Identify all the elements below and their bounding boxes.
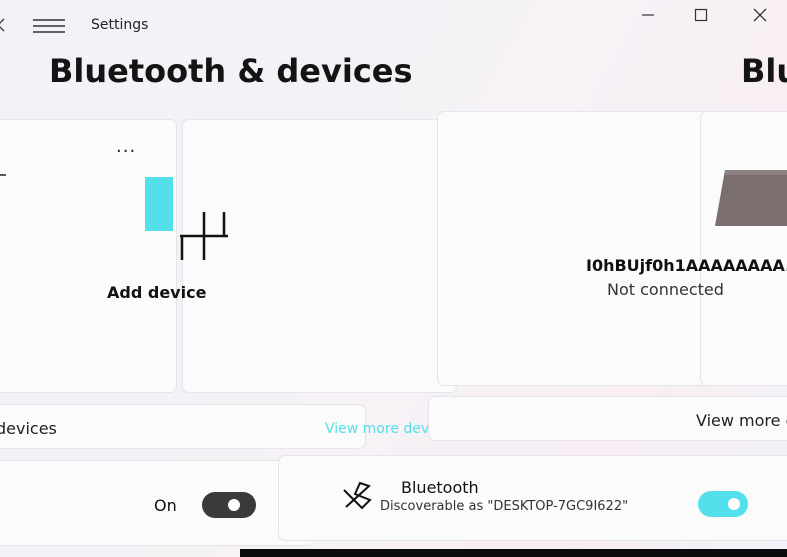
add-device-icon xyxy=(0,165,240,265)
taskbar xyxy=(240,549,787,557)
device-icon xyxy=(711,166,787,228)
toggle-knob xyxy=(728,498,740,510)
bluetooth-title: Bluetooth xyxy=(401,478,479,497)
hamburger-menu-icon xyxy=(33,19,65,33)
bluetooth-icon xyxy=(342,480,374,512)
back-button[interactable] xyxy=(0,16,8,34)
window-title: Settings xyxy=(91,17,149,33)
view-more-devices-label-right: View more d xyxy=(696,411,787,430)
back-arrow-icon xyxy=(0,18,5,32)
toggle-knob xyxy=(228,499,240,511)
bluetooth-toggle[interactable] xyxy=(698,491,748,517)
bluetooth-toggle-left[interactable] xyxy=(202,492,256,518)
view-more-devices-label: devices xyxy=(0,419,57,438)
bluetooth-state-label: On xyxy=(154,496,177,515)
maximize-icon xyxy=(694,8,708,22)
minimize-button[interactable] xyxy=(628,4,668,26)
more-options-button[interactable]: ... xyxy=(116,136,136,157)
bluetooth-discoverable-text: Discoverable as "DESKTOP-7GC9I622" xyxy=(380,499,629,514)
maximize-button[interactable] xyxy=(681,4,721,26)
navigation-menu-button[interactable] xyxy=(31,17,67,35)
add-device-label: Add device xyxy=(107,283,207,302)
close-icon xyxy=(753,8,767,22)
device-name: I0hBUjf0h1AAAAAAAA... xyxy=(586,256,787,275)
device-card-back xyxy=(700,111,787,386)
page-title: Bluetooth & devices xyxy=(49,52,413,90)
minimize-icon xyxy=(642,14,654,16)
close-button[interactable] xyxy=(740,4,780,26)
page-title-partial: Blu xyxy=(741,52,787,90)
device-status: Not connected xyxy=(607,280,724,299)
